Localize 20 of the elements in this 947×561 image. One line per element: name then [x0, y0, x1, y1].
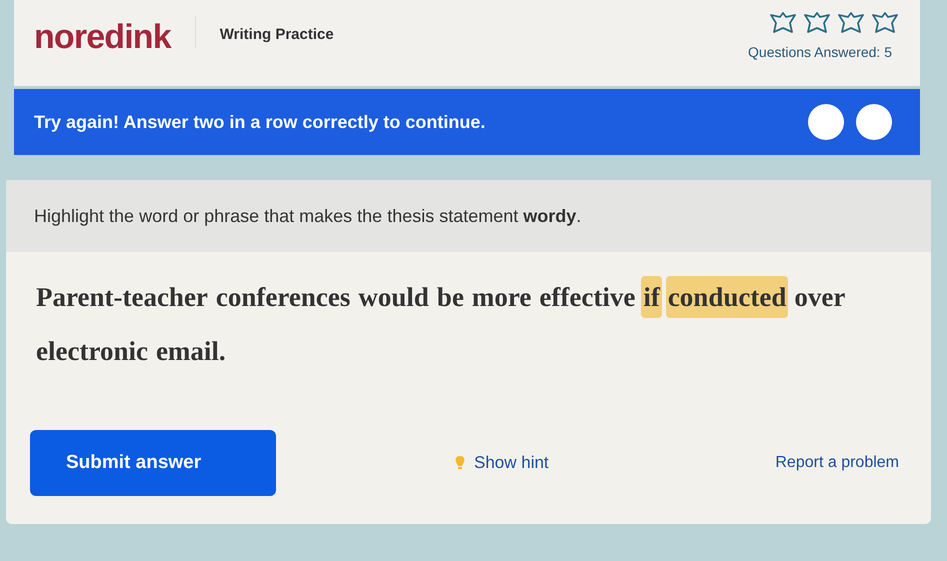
sentence-word[interactable]: more	[470, 276, 534, 318]
sentence-word[interactable]: Parent-teacher	[34, 276, 210, 318]
sentence-word[interactable]: electronic	[34, 330, 150, 372]
sentence-word[interactable]: if	[641, 276, 662, 318]
sentence-word[interactable]: over	[792, 276, 848, 318]
submit-button[interactable]: Submit answer	[30, 430, 276, 496]
section-title: Writing Practice	[220, 25, 334, 45]
report-link[interactable]: Report a problem	[775, 451, 899, 475]
sentence-word[interactable]: conducted	[666, 276, 788, 318]
lightbulb-icon	[454, 455, 466, 471]
sentence-word[interactable]: would	[356, 276, 431, 318]
banner-message: Try again! Answer two in a row correctly to continue.	[34, 110, 486, 134]
sentence-word[interactable]: effective	[537, 276, 638, 318]
sentence-word[interactable]: be	[434, 276, 466, 318]
hint-link[interactable]: Show hint	[474, 450, 549, 476]
logo[interactable]: noredink	[34, 12, 171, 63]
prompt-text: Highlight the word or phrase that makes the thesis statement wordy.	[34, 204, 582, 228]
questions-answered: Questions Answered: 5	[748, 43, 892, 62]
sentence-word[interactable]: conferences	[214, 276, 352, 318]
sentence-word[interactable]: email.	[154, 330, 228, 372]
